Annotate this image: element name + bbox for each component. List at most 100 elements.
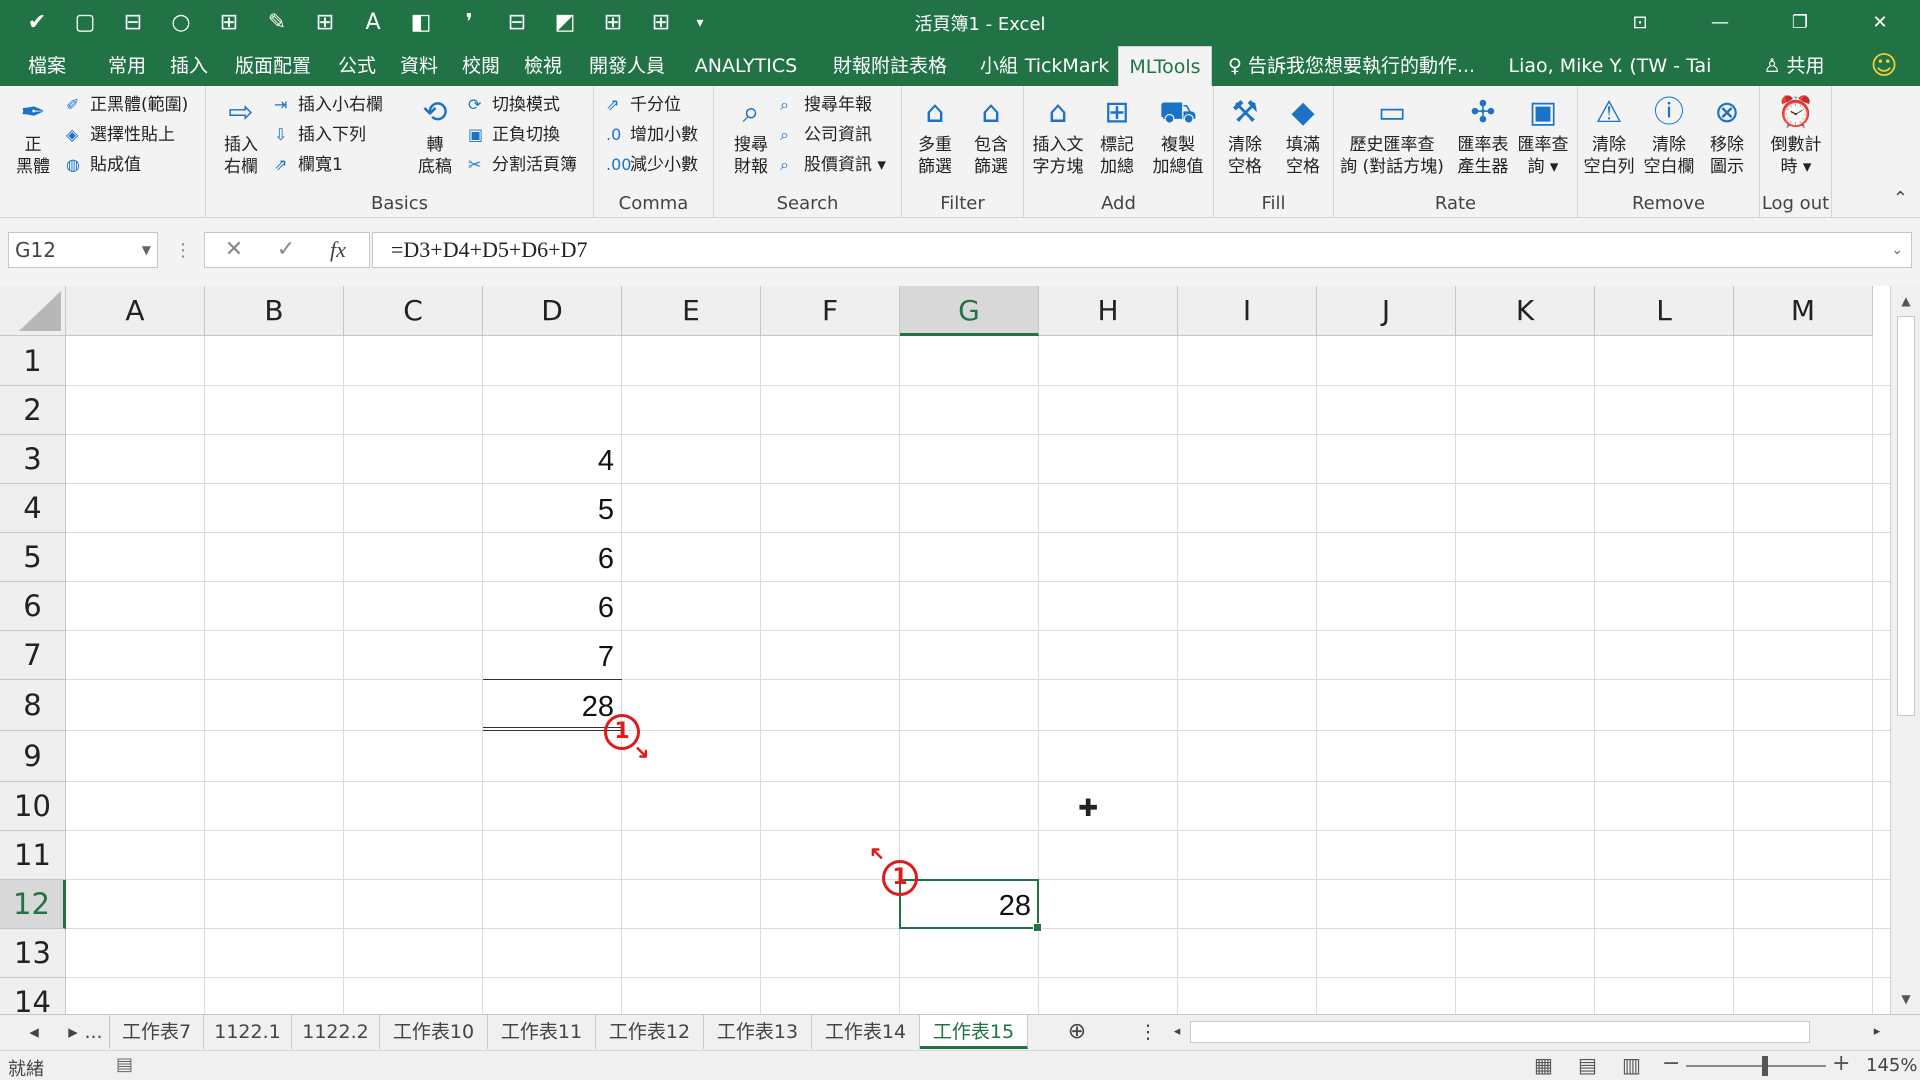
- column-header-e[interactable]: E: [622, 286, 761, 336]
- search-annual-report-button[interactable]: ⌕ 搜尋年報: [780, 92, 872, 118]
- column-header-i[interactable]: I: [1178, 286, 1317, 336]
- share-button[interactable]: ♙ 共用: [1752, 46, 1836, 86]
- decrease-decimal-button[interactable]: .00減少小數: [606, 152, 698, 178]
- column-header-j[interactable]: J: [1317, 286, 1456, 336]
- macro-record-icon[interactable]: ▤: [116, 1054, 133, 1075]
- tab-data[interactable]: 資料: [394, 46, 444, 86]
- insert-small-right-column-button[interactable]: ⇥ 插入小右欄: [274, 92, 383, 118]
- column-header-l[interactable]: L: [1595, 286, 1734, 336]
- enter-icon[interactable]: ✓: [261, 233, 311, 267]
- copy-sum-button[interactable]: ⛟ 複製 加總值: [1148, 94, 1208, 178]
- insert-textbox-button[interactable]: ⌂ 插入文 字方塊: [1028, 94, 1088, 178]
- row-header-1[interactable]: 1: [0, 336, 66, 386]
- cell-d4[interactable]: 5: [483, 484, 622, 533]
- qat-copy-icon[interactable]: ▢: [66, 8, 104, 38]
- remove-icons-button[interactable]: ⊗ 移除 圖示: [1700, 94, 1754, 178]
- row-header-14[interactable]: 14: [0, 978, 66, 1014]
- row-header-2[interactable]: 2: [0, 386, 66, 435]
- qat-table-icon[interactable]: ⊞: [210, 8, 248, 38]
- row-header-12[interactable]: 12: [0, 880, 66, 929]
- rate-query-dropdown[interactable]: ▣ 匯率查 詢 ▾: [1514, 94, 1572, 178]
- tab-formulas[interactable]: 公式: [332, 46, 382, 86]
- tab-developer[interactable]: 開發人員: [580, 46, 674, 86]
- row-header-3[interactable]: 3: [0, 435, 66, 484]
- row-header-6[interactable]: 6: [0, 582, 66, 631]
- column-header-h[interactable]: H: [1039, 286, 1178, 336]
- clear-blank-columns-button[interactable]: ⓘ 清除 空白欄: [1640, 94, 1698, 178]
- column-header-m[interactable]: M: [1734, 286, 1873, 336]
- column-header-a[interactable]: A: [66, 286, 205, 336]
- sheet-tab-1122-2[interactable]: 1122.2: [292, 1015, 380, 1049]
- countdown-timer-dropdown[interactable]: ⏰ 倒數計 時 ▾: [1764, 94, 1828, 178]
- sheet-prev-icon[interactable]: ◂: [16, 1015, 52, 1049]
- qat-format-painter-icon[interactable]: ✔: [18, 8, 56, 38]
- row-header-9[interactable]: 9: [0, 731, 66, 782]
- sheet-tab-10[interactable]: 工作表10: [380, 1015, 488, 1049]
- scroll-down-icon[interactable]: ▼: [1891, 986, 1920, 1012]
- horizontal-scroll-thumb[interactable]: [1190, 1021, 1810, 1043]
- zoom-in-icon[interactable]: +: [1832, 1051, 1850, 1076]
- insert-right-column-button[interactable]: ⇨ 插入 右欄: [216, 94, 266, 178]
- row-header-13[interactable]: 13: [0, 929, 66, 978]
- cell-d3[interactable]: 4: [483, 435, 622, 484]
- convert-workpaper-button[interactable]: ⟲ 轉 底稿: [408, 94, 462, 178]
- scroll-up-icon[interactable]: ▲: [1891, 288, 1920, 314]
- qat-picture-icon[interactable]: ◩: [546, 8, 584, 38]
- insert-function-icon[interactable]: fx: [313, 233, 363, 267]
- name-box[interactable]: G12 ▼: [8, 232, 158, 268]
- vertical-scroll-thumb[interactable]: [1897, 316, 1915, 716]
- sheet-tab-12[interactable]: 工作表12: [596, 1015, 704, 1049]
- bold-range-button[interactable]: ✐ 正黑體(範圍): [66, 92, 188, 118]
- qat-sheet-icon[interactable]: ⊞: [642, 8, 680, 38]
- select-all-button[interactable]: [0, 286, 66, 336]
- restore-icon[interactable]: ❐: [1760, 0, 1840, 46]
- hscroll-right-icon[interactable]: ▸: [1866, 1015, 1888, 1049]
- column-header-d[interactable]: D: [483, 286, 622, 336]
- historical-rate-button[interactable]: ▭ 歷史匯率查 詢 (對話方塊): [1336, 94, 1448, 178]
- column-header-c[interactable]: C: [344, 286, 483, 336]
- contains-filter-button[interactable]: ⌂ 包含 篩選: [964, 94, 1018, 178]
- user-account[interactable]: Liao, Mike Y. (TW - Tai Chung): [1482, 46, 1738, 117]
- qat-customize-icon[interactable]: ▾: [690, 8, 710, 38]
- row-header-5[interactable]: 5: [0, 533, 66, 582]
- cell-d7[interactable]: 7: [483, 631, 622, 680]
- tab-file[interactable]: 檔案: [22, 46, 72, 86]
- clear-spaces-button[interactable]: ⚒ 清除 空格: [1218, 94, 1272, 178]
- qat-border-icon[interactable]: ⊞: [306, 8, 344, 38]
- row-header-4[interactable]: 4: [0, 484, 66, 533]
- tab-tickmark[interactable]: TickMark: [1020, 46, 1114, 86]
- sheet-tab-1122-1[interactable]: 1122.1: [204, 1015, 292, 1049]
- thousands-separator-button[interactable]: ⇗ 千分位: [606, 92, 681, 118]
- increase-decimal-button[interactable]: .0 增加小數: [606, 122, 698, 148]
- qat-comma-icon[interactable]: ❜: [450, 8, 488, 38]
- page-layout-view-icon[interactable]: ▤: [1578, 1053, 1597, 1077]
- qat-font-color-icon[interactable]: A: [354, 8, 392, 38]
- tab-team[interactable]: 小組: [974, 46, 1024, 86]
- collapse-ribbon-icon[interactable]: ⌃: [1893, 188, 1908, 209]
- spreadsheet-grid[interactable]: A B C D E F G H I J K L M 1 2 3 4 5 6 7 8 9 10 11 12 13 14 4 5 6 6 7 28 2…: [0, 286, 1890, 1014]
- smiley-feedback-icon[interactable]: ☺: [1864, 46, 1904, 86]
- qat-edit-icon[interactable]: ✎: [258, 8, 296, 38]
- insert-below-row-button[interactable]: ⇩ 插入下列: [274, 122, 366, 148]
- paste-special-button[interactable]: ◈ 選擇性貼上: [66, 122, 175, 148]
- sheet-tab-7[interactable]: 工作表7: [110, 1015, 204, 1049]
- column-width-1-button[interactable]: ⇗ 欄寬1: [274, 152, 343, 178]
- ribbon-display-icon[interactable]: ⊡: [1600, 0, 1680, 46]
- row-header-8[interactable]: 8: [0, 680, 66, 731]
- column-header-f[interactable]: F: [761, 286, 900, 336]
- page-break-view-icon[interactable]: ▥: [1622, 1053, 1641, 1077]
- tab-view[interactable]: 檢視: [518, 46, 568, 86]
- column-header-k[interactable]: K: [1456, 286, 1595, 336]
- clear-blank-rows-button[interactable]: ⚠ 清除 空白列: [1580, 94, 1638, 178]
- multi-filter-button[interactable]: ⌂ 多重 篩選: [908, 94, 962, 178]
- tab-page-layout[interactable]: 版面配置: [226, 46, 320, 86]
- search-financials-button[interactable]: ⌕ 搜尋 財報: [726, 94, 776, 178]
- row-header-11[interactable]: 11: [0, 831, 66, 880]
- tab-split-handle-icon[interactable]: ⋮: [1138, 1015, 1158, 1049]
- minimize-icon[interactable]: —: [1680, 0, 1760, 46]
- cell-d6[interactable]: 6: [483, 582, 622, 631]
- tab-financial-notes[interactable]: 財報附註表格: [818, 46, 962, 86]
- company-info-button[interactable]: ⌕ 公司資訊: [780, 122, 872, 148]
- new-sheet-icon[interactable]: ⊕: [1062, 1015, 1092, 1049]
- sheet-tab-15[interactable]: 工作表15: [920, 1015, 1028, 1049]
